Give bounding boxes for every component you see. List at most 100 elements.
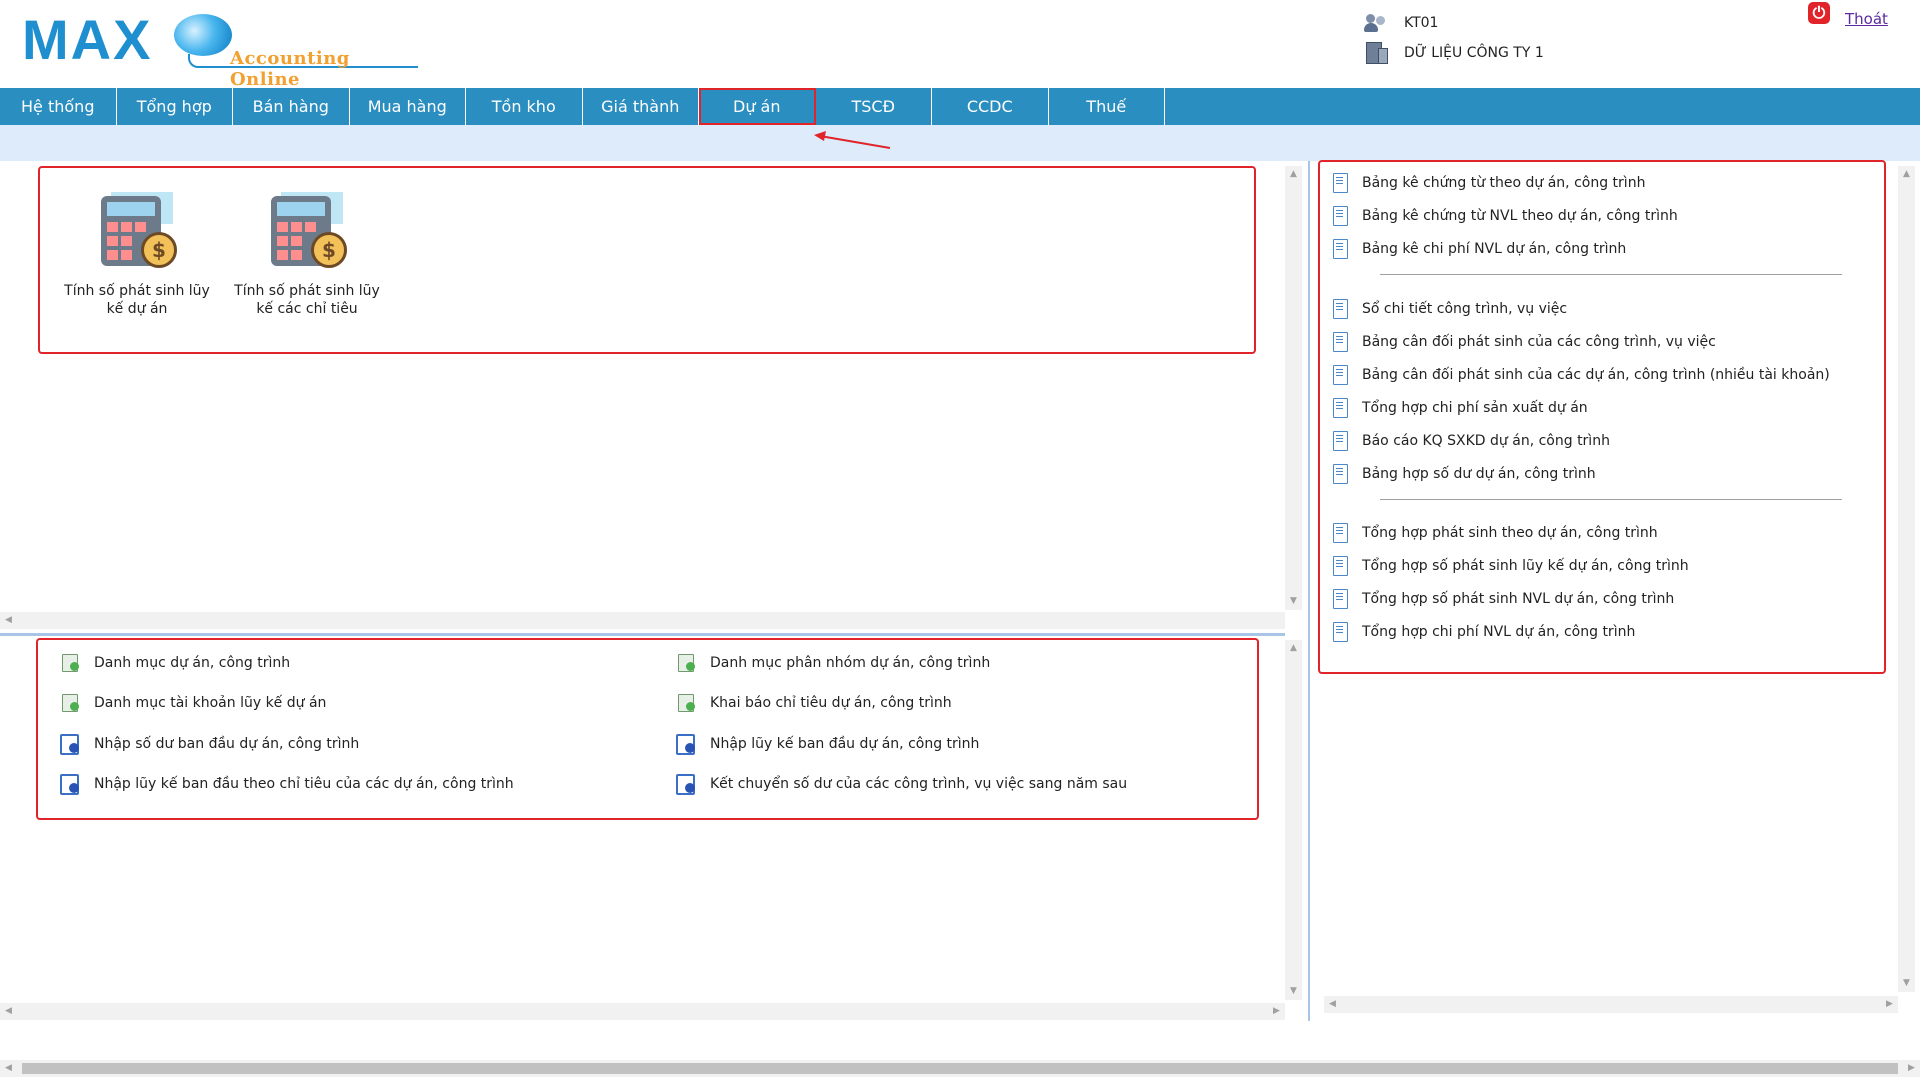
nav-thue[interactable]: Thuế [1049, 88, 1165, 125]
report-item[interactable]: Tổng hợp số phát sinh lũy kế dự án, công… [1332, 555, 1689, 577]
report-item[interactable]: Tổng hợp chi phí NVL dự án, công trình [1332, 621, 1635, 643]
logo-subtitle: Accounting Online [230, 48, 350, 90]
building-icon [1364, 42, 1390, 64]
report-doc-icon [1332, 464, 1348, 484]
report-item-label: Bảng kê chi phí NVL dự án, công trình [1362, 241, 1627, 257]
report-item[interactable]: Sổ chi tiết công trình, vụ việc [1332, 298, 1567, 320]
catalog-item[interactable]: Nhập lũy kế ban đầu theo chỉ tiêu của cá… [60, 773, 514, 795]
tile-label: Tính số phát sinh lũy kế dự án [64, 283, 210, 317]
edit-icon [60, 734, 80, 755]
scroll-up-icon[interactable]: ▲ [1898, 166, 1915, 183]
scroll-left-icon[interactable]: ◀ [0, 1003, 17, 1020]
report-item-label: Tổng hợp phát sinh theo dự án, công trìn… [1362, 525, 1658, 541]
report-item[interactable]: Bảng kê chứng từ theo dự án, công trình [1332, 172, 1645, 194]
user-code: KT01 [1404, 15, 1439, 31]
user-info: KT01 DỮ LIỆU CÔNG TY 1 [1364, 8, 1684, 68]
catalog-vscrollbar[interactable]: ▲ ▼ [1285, 640, 1302, 1000]
report-item-label: Báo cáo KQ SXKD dự án, công trình [1362, 433, 1610, 449]
tiles-vscrollbar[interactable]: ▲ ▼ [1285, 166, 1302, 610]
nav-tong-hop[interactable]: Tổng hợp [117, 88, 233, 125]
tiles-hscrollbar[interactable]: ◀ [0, 612, 1285, 629]
tile-calc-indicators[interactable]: $ Tính số phát sinh lũy kế các chỉ tiêu [232, 192, 382, 318]
report-item[interactable]: Tổng hợp số phát sinh NVL dự án, công tr… [1332, 588, 1674, 610]
report-doc-icon [1332, 556, 1348, 576]
catalog-hscrollbar[interactable]: ◀ ▶ [0, 1003, 1285, 1020]
report-item[interactable]: Bảng kê chi phí NVL dự án, công trình [1332, 238, 1626, 260]
main-menu: Hệ thống Tổng hợp Bán hàng Mua hàng Tồn … [0, 88, 1920, 125]
logo-text: MAX [22, 8, 153, 71]
report-doc-icon [1332, 239, 1348, 259]
report-item[interactable]: Bảng kê chứng từ NVL theo dự án, công tr… [1332, 205, 1678, 227]
report-item[interactable]: Bảng cân đối phát sinh của các công trìn… [1332, 331, 1716, 353]
report-item[interactable]: Bảng hợp số dư dự án, công trình [1332, 463, 1596, 485]
calculator-icon: $ [267, 192, 347, 272]
app-window: MAX Accounting Online KT01 DỮ LIỆU CÔNG … [0, 0, 1920, 1080]
list-icon [62, 694, 80, 712]
report-item-label: Tổng hợp chi phí sản xuất dự án [1362, 400, 1588, 416]
scroll-left-icon[interactable]: ◀ [0, 1060, 17, 1077]
report-item[interactable]: Báo cáo KQ SXKD dự án, công trình [1332, 430, 1610, 452]
catalog-item[interactable]: Nhập số dư ban đầu dự án, công trình [60, 733, 359, 755]
power-icon[interactable]: ⏻ [1808, 2, 1830, 24]
tile-calc-project[interactable]: $ Tính số phát sinh lũy kế dự án [62, 192, 212, 318]
report-item[interactable]: Tổng hợp chi phí sản xuất dự án [1332, 397, 1588, 419]
panel-splitter-horizontal[interactable] [0, 633, 1285, 636]
reports-vscrollbar[interactable]: ▲ ▼ [1898, 166, 1915, 992]
page-hscrollbar[interactable]: ◀ ▶ [0, 1060, 1920, 1077]
scroll-up-icon[interactable]: ▲ [1285, 166, 1302, 183]
report-doc-icon [1332, 622, 1348, 642]
list-icon [678, 654, 696, 672]
scroll-right-icon[interactable]: ▶ [1268, 1003, 1285, 1020]
logo-globe-icon [174, 14, 232, 56]
logout-link[interactable]: Thoát [1845, 10, 1888, 28]
report-item-label: Bảng kê chứng từ theo dự án, công trình [1362, 175, 1646, 191]
sub-toolbar [0, 125, 1920, 161]
catalog-item-label: Danh mục tài khoản lũy kế dự án [94, 695, 327, 711]
company-line: DỮ LIỆU CÔNG TY 1 [1364, 38, 1684, 68]
report-doc-icon [1332, 589, 1348, 609]
scroll-thumb[interactable] [22, 1063, 1898, 1074]
nav-mua-hang[interactable]: Mua hàng [350, 88, 466, 125]
report-doc-icon [1332, 173, 1348, 193]
scroll-down-icon[interactable]: ▼ [1898, 975, 1915, 992]
report-doc-icon [1332, 299, 1348, 319]
catalog-item-label: Kết chuyển số dư của các công trình, vụ … [710, 776, 1128, 792]
report-item-label: Tổng hợp số phát sinh NVL dự án, công tr… [1362, 591, 1675, 607]
catalog-item-label: Nhập lũy kế ban đầu theo chỉ tiêu của cá… [94, 776, 514, 792]
scroll-right-icon[interactable]: ▶ [1881, 996, 1898, 1013]
scroll-up-icon[interactable]: ▲ [1285, 640, 1302, 657]
app-logo: MAX Accounting Online [22, 8, 418, 90]
nav-du-an[interactable]: Dự án [699, 88, 816, 125]
nav-ton-kho[interactable]: Tồn kho [466, 88, 583, 125]
scroll-left-icon[interactable]: ◀ [1324, 996, 1341, 1013]
edit-icon [60, 774, 80, 795]
nav-ccdc[interactable]: CCDC [932, 88, 1049, 125]
catalog-item[interactable]: Danh mục tài khoản lũy kế dự án [62, 692, 326, 714]
nav-he-thong[interactable]: Hệ thống [0, 88, 117, 125]
reports-hscrollbar[interactable]: ◀ ▶ [1324, 996, 1898, 1013]
report-item-label: Bảng cân đối phát sinh của các dự án, cô… [1362, 367, 1830, 383]
report-item[interactable]: Tổng hợp phát sinh theo dự án, công trìn… [1332, 522, 1658, 544]
catalog-item[interactable]: Khai báo chỉ tiêu dự án, công trình [678, 692, 952, 714]
report-doc-icon [1332, 398, 1348, 418]
catalog-item[interactable]: Danh mục dự án, công trình [62, 652, 290, 674]
report-doc-icon [1332, 332, 1348, 352]
panel-splitter-vertical[interactable] [1308, 161, 1310, 1021]
catalog-item-label: Danh mục phân nhóm dự án, công trình [710, 655, 991, 671]
catalog-item[interactable]: Kết chuyển số dư của các công trình, vụ … [676, 773, 1127, 795]
scroll-down-icon[interactable]: ▼ [1285, 983, 1302, 1000]
catalog-item[interactable]: Danh mục phân nhóm dự án, công trình [678, 652, 990, 674]
edit-icon [676, 734, 696, 755]
scroll-right-icon[interactable]: ▶ [1903, 1060, 1920, 1077]
nav-ban-hang[interactable]: Bán hàng [233, 88, 350, 125]
scroll-left-icon[interactable]: ◀ [0, 612, 17, 629]
catalog-item[interactable]: Nhập lũy kế ban đầu dự án, công trình [676, 733, 979, 755]
report-item-label: Sổ chi tiết công trình, vụ việc [1362, 301, 1568, 317]
catalog-item-label: Danh mục dự án, công trình [94, 655, 291, 671]
report-item[interactable]: Bảng cân đối phát sinh của các dự án, cô… [1332, 364, 1830, 386]
company-name: DỮ LIỆU CÔNG TY 1 [1404, 45, 1544, 61]
nav-gia-thanh[interactable]: Giá thành [583, 88, 699, 125]
scroll-down-icon[interactable]: ▼ [1285, 593, 1302, 610]
nav-tscd[interactable]: TSCĐ [816, 88, 932, 125]
tile-label: Tính số phát sinh lũy kế các chỉ tiêu [234, 283, 380, 317]
